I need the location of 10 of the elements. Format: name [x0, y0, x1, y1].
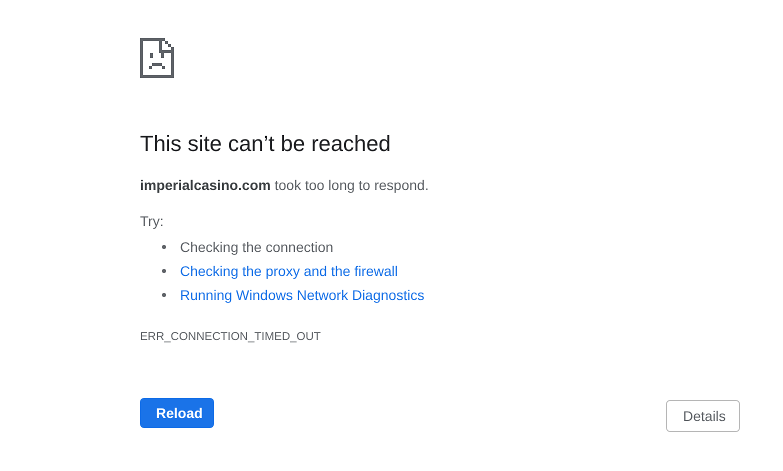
suggestion-link[interactable]: Running Windows Network Diagnostics: [180, 287, 424, 303]
sad-page-icon: [140, 38, 174, 78]
details-button[interactable]: Details: [666, 400, 740, 432]
error-summary: imperialcasino.com took too long to respond.: [140, 177, 430, 193]
suggestions-label: Try:: [140, 213, 165, 229]
error-heading: This site can’t be reached: [140, 131, 392, 157]
suggestion-text: Checking the connection: [180, 239, 334, 255]
suggestion-link[interactable]: Checking the proxy and the firewall: [180, 263, 398, 279]
error-code: ERR_CONNECTION_TIMED_OUT: [140, 331, 322, 343]
reload-button[interactable]: Reload: [140, 398, 214, 428]
